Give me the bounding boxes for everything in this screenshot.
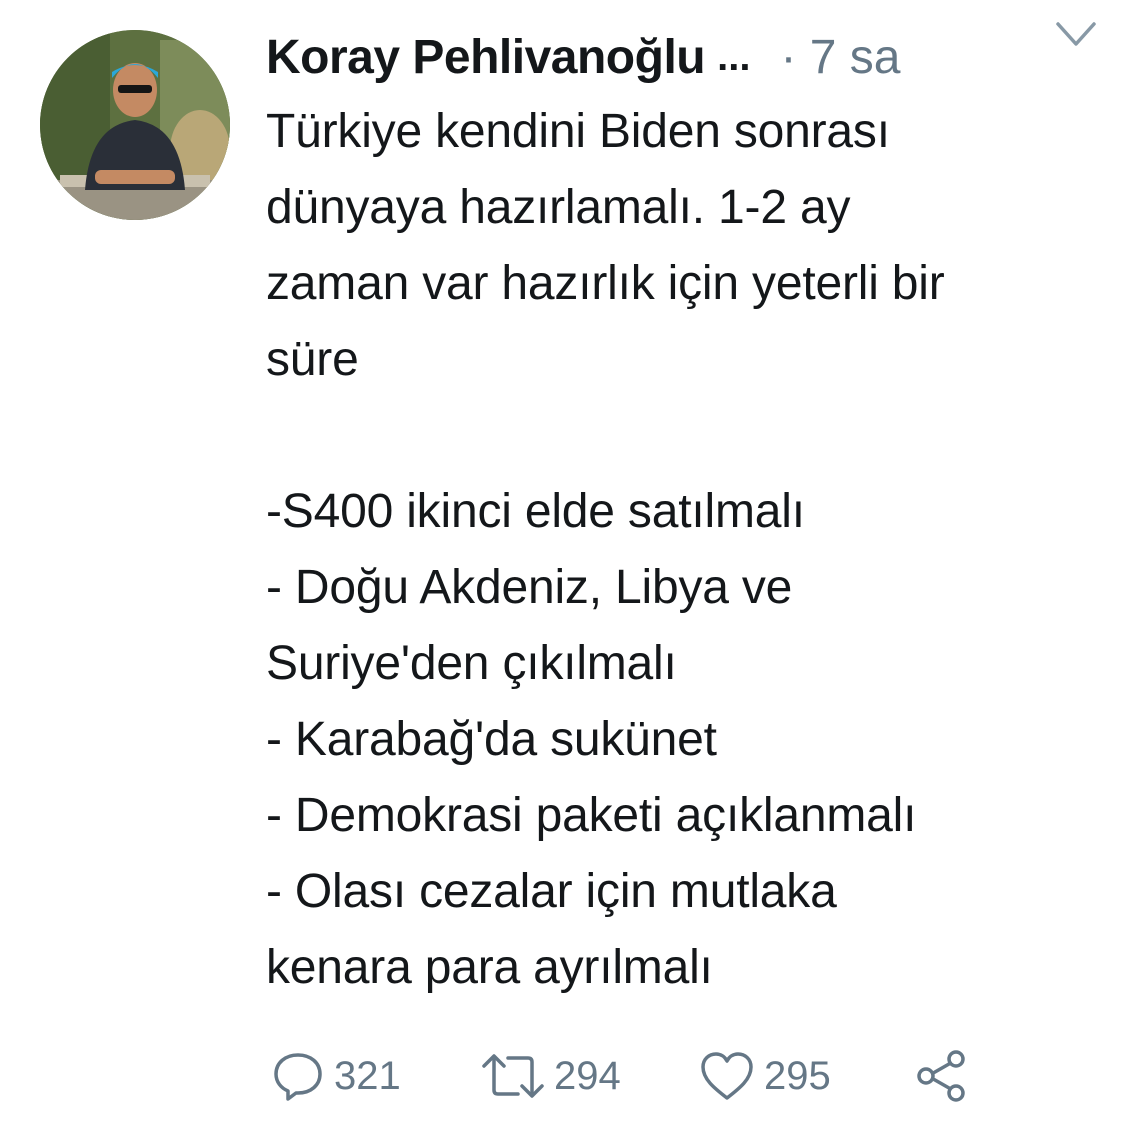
author-name[interactable]: Koray Pehlivanoğlu — [266, 30, 706, 85]
tweet-text: Türkiye kendini Biden sonrası dünyaya ha… — [266, 105, 945, 994]
tweet-actions: 321 294 295 — [270, 1044, 1030, 1108]
heart-icon — [701, 1052, 753, 1100]
tweet[interactable]: Koray Pehlivanoğlu ... · 7 sa Türkiye ke… — [0, 0, 1124, 1126]
retweet-button[interactable]: 294 — [480, 1044, 621, 1108]
reply-count: 321 — [334, 1053, 401, 1098]
tweet-header: Koray Pehlivanoğlu ... · 7 sa — [266, 22, 1096, 92]
avatar-photo — [40, 30, 230, 220]
tweet-timestamp[interactable]: · 7 sa — [780, 30, 900, 85]
author-name-ellipsis: ... — [717, 34, 751, 79]
reply-button[interactable]: 321 — [270, 1044, 401, 1108]
share-button[interactable] — [912, 1044, 972, 1108]
like-count: 295 — [764, 1053, 831, 1098]
avatar[interactable] — [40, 30, 230, 220]
retweet-count: 294 — [554, 1053, 621, 1098]
retweet-icon — [482, 1054, 544, 1098]
like-button[interactable]: 295 — [698, 1044, 831, 1108]
share-icon — [917, 1050, 965, 1102]
reply-icon — [274, 1053, 322, 1101]
chevron-down-icon[interactable] — [1054, 16, 1098, 52]
